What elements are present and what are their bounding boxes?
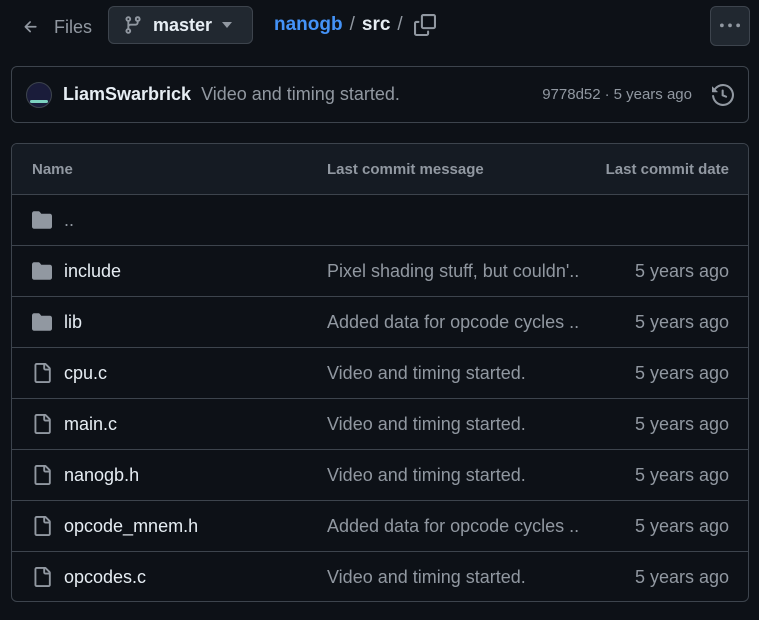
file-name-link[interactable]: cpu.c [64, 363, 107, 384]
files-back-button[interactable]: Files [12, 10, 102, 44]
arrow-left-icon [24, 21, 37, 33]
file-icon [34, 414, 51, 434]
git-branch-icon [123, 15, 143, 35]
file-commit-date: 5 years ago [634, 260, 729, 281]
commit-author-link[interactable]: LiamSwarbrick [63, 84, 191, 105]
breadcrumb: nanogb / src / [274, 14, 436, 36]
file-name-link[interactable]: include [64, 261, 121, 282]
table-header: Name Last commit message Last commit dat… [12, 144, 748, 195]
parent-directory-row[interactable]: .. [12, 195, 748, 246]
table-row[interactable]: lib Added data for opcode cycles ... 5 yea… [12, 297, 748, 348]
file-name-link[interactable]: main.c [64, 414, 117, 435]
chevron-down-icon [222, 22, 233, 28]
file-name-link[interactable]: lib [64, 312, 82, 333]
table-row[interactable]: opcodes.c Video and timing started. 5 year… [12, 552, 748, 601]
branch-name: master [153, 14, 213, 35]
file-commit-message-link[interactable]: Added data for opcode cycles ... [327, 516, 579, 537]
file-commit-message-link[interactable]: Video and timing started. [327, 414, 526, 435]
kebab-horizontal-icon [720, 23, 740, 28]
file-commit-date: 5 years ago [634, 413, 729, 434]
file-commit-message-link[interactable]: Video and timing started. [327, 465, 526, 486]
file-icon [34, 465, 51, 485]
folder-icon [32, 211, 52, 229]
files-label: Files [54, 16, 93, 37]
column-header-name: Name [32, 160, 73, 178]
table-row[interactable]: include Pixel shading stuff, but couldn'.… [12, 246, 748, 297]
breadcrumb-current-folder: src [361, 14, 391, 35]
folder-icon [32, 313, 52, 331]
top-bar: Files master nanogb / src / [0, 0, 759, 54]
table-row[interactable]: main.c Video and timing started. 5 years a… [12, 399, 748, 450]
latest-commit-bar: LiamSwarbrick Video and timing started. … [11, 66, 749, 123]
file-name-link[interactable]: opcode_mnem.h [64, 516, 198, 537]
commit-meta-separator: · [604, 86, 610, 103]
table-row[interactable]: opcode_mnem.h Added data for opcode cycle… [12, 501, 748, 552]
folder-icon [32, 262, 52, 280]
branch-selector-button[interactable]: master [108, 6, 253, 44]
file-commit-message-link[interactable]: Video and timing started. [327, 567, 526, 588]
file-commit-message-link[interactable]: Added data for opcode cycles ... [327, 312, 579, 333]
breadcrumb-repo-link[interactable]: nanogb [274, 14, 343, 36]
file-icon [34, 363, 51, 383]
commit-message-link[interactable]: Video and timing started. [201, 84, 400, 105]
file-commit-date: 5 years ago [634, 464, 729, 485]
file-icon [34, 516, 51, 536]
file-table: Name Last commit message Last commit dat… [11, 143, 749, 602]
file-commit-date: 5 years ago [634, 515, 729, 536]
history-icon[interactable] [712, 83, 734, 106]
commit-time: 5 years ago [613, 86, 692, 103]
column-header-date: Last commit date [605, 160, 729, 178]
file-commit-date: 5 years ago [634, 566, 729, 587]
more-options-button[interactable] [710, 6, 750, 46]
table-row[interactable]: nanogb.h Video and timing started. 5 years… [12, 450, 748, 501]
avatar[interactable] [26, 81, 52, 108]
file-commit-message-link[interactable]: Video and timing started. [327, 363, 526, 384]
commit-sha-link[interactable]: 9778d52 [542, 86, 600, 103]
file-commit-date: 5 years ago [634, 311, 729, 332]
table-row[interactable]: cpu.c Video and timing started. 5 years ag… [12, 348, 748, 399]
file-name-link[interactable]: nanogb.h [64, 465, 139, 486]
column-header-message: Last commit message [327, 160, 484, 178]
copy-icon[interactable] [413, 14, 436, 36]
breadcrumb-separator: / [397, 14, 403, 35]
parent-directory-link[interactable]: .. [64, 210, 74, 231]
file-icon [34, 567, 51, 587]
file-commit-message-link[interactable]: Pixel shading stuff, but couldn'... [327, 261, 579, 282]
commit-meta: 9778d52 · 5 years ago [542, 83, 734, 106]
file-commit-date: 5 years ago [634, 362, 729, 383]
breadcrumb-separator: / [349, 14, 355, 35]
file-name-link[interactable]: opcodes.c [64, 567, 146, 588]
